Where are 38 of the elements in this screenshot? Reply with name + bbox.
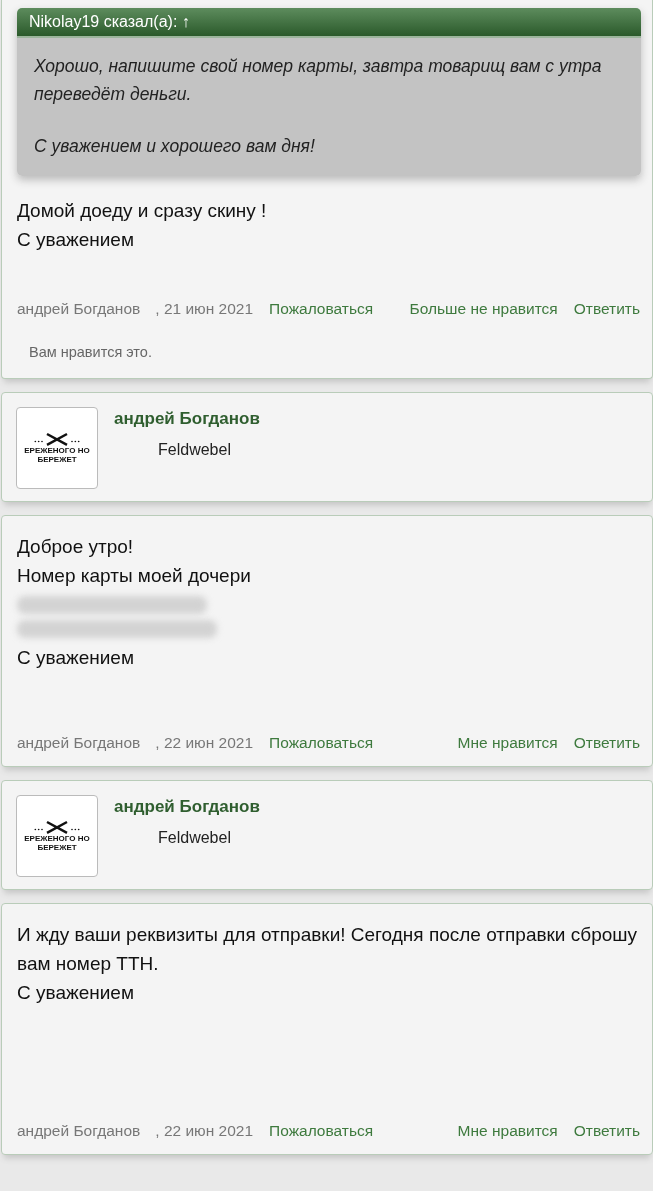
- post-text: С уважением: [17, 228, 135, 252]
- avatar-text: БЕРЕЖЕТ: [37, 455, 77, 464]
- post-text: С уважением: [17, 646, 135, 670]
- author-link[interactable]: андрей Богданов: [17, 1122, 141, 1140]
- avatar-text: ЕРЕЖЕНОГО НО: [24, 446, 90, 455]
- post-date[interactable]: , 22 июн 2021: [155, 734, 254, 752]
- avatar[interactable]: ЕРЕЖЕНОГО НО БЕРЕЖЕТ: [16, 795, 98, 877]
- user-rank: Feldwebel: [158, 829, 232, 847]
- post-text: Номер карты моей дочери: [17, 564, 252, 588]
- post-text: Доброе утро!: [17, 535, 135, 559]
- author-name[interactable]: андрей Богданов: [114, 409, 260, 429]
- like-link[interactable]: Больше не нравится: [409, 300, 558, 318]
- report-link[interactable]: Пожаловаться: [269, 734, 374, 752]
- post-text: Домой доеду и сразу скину !: [17, 199, 268, 223]
- post-text: С уважением: [17, 981, 135, 1005]
- like-link[interactable]: Мне нравится: [457, 734, 558, 752]
- quote-header[interactable]: Nikolay19 сказал(а): ↑: [17, 8, 641, 38]
- reply-link[interactable]: Ответить: [573, 1122, 640, 1140]
- user-rank: Feldwebel: [158, 441, 232, 459]
- crossed-swords-icon: [32, 432, 82, 446]
- avatar-text: ЕРЕЖЕНОГО НО: [24, 834, 90, 843]
- likes-summary: Вам нравится это.: [29, 344, 153, 360]
- post-date[interactable]: , 22 июн 2021: [155, 1122, 254, 1140]
- report-link[interactable]: Пожаловаться: [269, 300, 374, 318]
- reply-link[interactable]: Ответить: [573, 734, 640, 752]
- post-date[interactable]: , 21 июн 2021: [155, 300, 254, 318]
- avatar-text: БЕРЕЖЕТ: [37, 843, 77, 852]
- author-link[interactable]: андрей Богданов: [17, 300, 141, 318]
- post-text: И жду ваши реквизиты для отправки! Сегодня после отправки сброшу вам номер ТТН.: [17, 923, 638, 976]
- author-link[interactable]: андрей Богданов: [17, 734, 141, 752]
- like-link[interactable]: Мне нравится: [457, 1122, 558, 1140]
- author-name[interactable]: андрей Богданов: [114, 797, 260, 817]
- quote-text: С уважением и хорошего вам дня!: [34, 135, 316, 158]
- report-link[interactable]: Пожаловаться: [269, 1122, 374, 1140]
- quote-text: Хорошо, напишите свой номер карты, завтра товарищ вам с утра переведёт деньги.: [34, 55, 603, 106]
- crossed-swords-icon: [32, 820, 82, 834]
- reply-link[interactable]: Ответить: [573, 300, 640, 318]
- avatar[interactable]: ЕРЕЖЕНОГО НО БЕРЕЖЕТ: [16, 407, 98, 489]
